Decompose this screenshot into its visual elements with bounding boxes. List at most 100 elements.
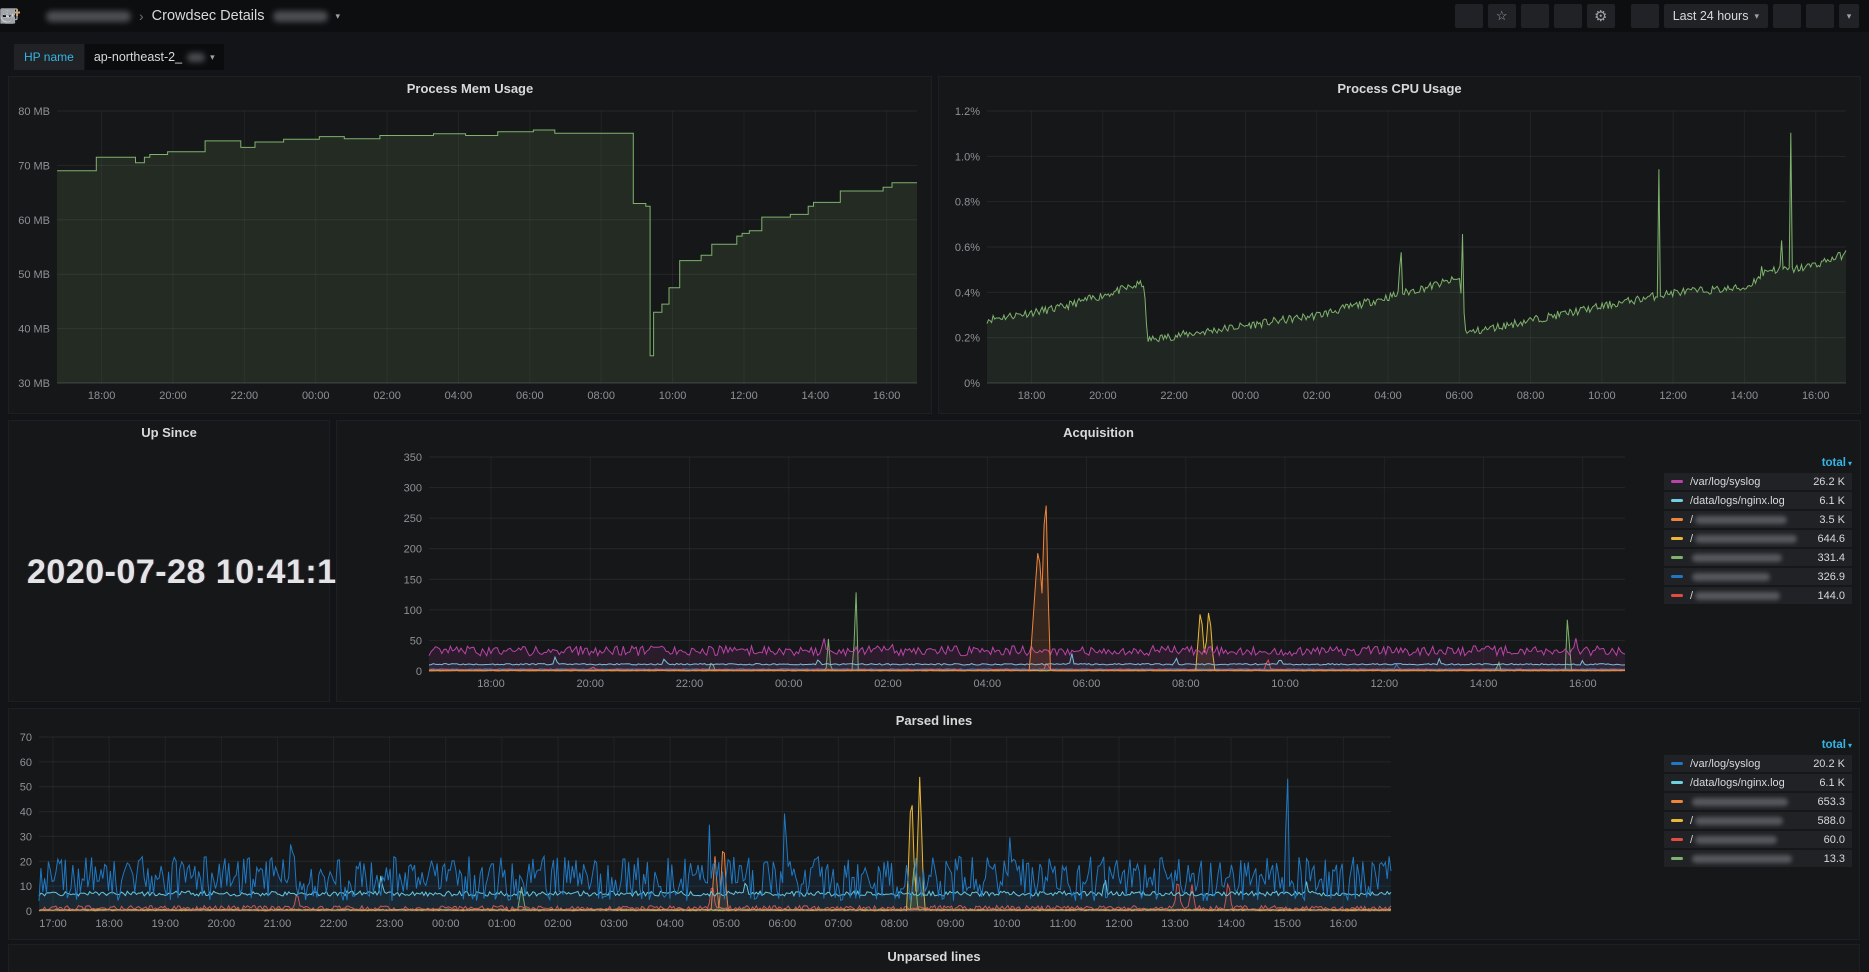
series-label[interactable]: /data/logs/nginx.log [1690, 495, 1785, 507]
svg-text:09:00: 09:00 [937, 918, 965, 930]
svg-text:1.2%: 1.2% [955, 106, 980, 118]
panel-title-unparsed[interactable]: Unparsed lines [9, 945, 1859, 969]
redacted-series-label [1695, 592, 1780, 600]
svg-text:10:00: 10:00 [1271, 678, 1299, 690]
star-dashboard-button[interactable]: ☆ [1488, 4, 1516, 28]
svg-text:100: 100 [404, 605, 422, 617]
parsed-legend: total▾ /var/log/syslog20.2 K /data/logs/… [1664, 737, 1852, 869]
legend-row[interactable]: /data/logs/nginx.log6.1 K [1664, 774, 1852, 791]
svg-text:20:00: 20:00 [577, 678, 605, 690]
svg-text:50: 50 [410, 635, 422, 647]
add-panel-button[interactable] [1455, 4, 1483, 28]
legend-row[interactable]: 13.3 [1664, 850, 1852, 867]
series-label[interactable]: / [1690, 533, 1693, 545]
series-label[interactable]: /var/log/syslog [1690, 476, 1760, 488]
sort-caret-icon: ▾ [1848, 459, 1852, 468]
dashboard-title-caret-icon[interactable]: ▾ [336, 11, 341, 22]
legend-row[interactable]: 653.3 [1664, 793, 1852, 810]
star-icon: ☆ [1496, 8, 1508, 24]
time-range-caret-icon: ▾ [1754, 11, 1759, 22]
variable-hp-name-dropdown[interactable]: HP name ap-northeast-2_ ▾ [14, 44, 224, 70]
legend-row[interactable]: / 3.5 K [1664, 511, 1852, 528]
series-total: 60.0 [1824, 834, 1845, 846]
svg-text:250: 250 [404, 513, 422, 525]
svg-text:00:00: 00:00 [1232, 390, 1260, 402]
legend-row[interactable]: /588.0 [1664, 812, 1852, 829]
cycle-view-mode-button[interactable] [1631, 4, 1659, 28]
svg-text:350: 350 [404, 452, 422, 464]
breadcrumb-folder-redacted[interactable] [46, 11, 131, 22]
svg-text:17:00: 17:00 [39, 918, 67, 930]
panel-title-acquisition[interactable]: Acquisition [337, 421, 1860, 445]
refresh-interval-dropdown[interactable]: ▾ [1839, 4, 1859, 28]
series-color-swatch [1671, 762, 1683, 765]
legend-row[interactable]: 326.9 [1664, 568, 1852, 585]
redacted-series-label [1695, 516, 1787, 524]
legend-row[interactable]: 331.4 [1664, 549, 1852, 566]
chevron-down-icon: ▾ [1847, 11, 1852, 22]
series-label[interactable]: /data/logs/nginx.log [1690, 777, 1785, 789]
legend-row[interactable]: /644.6 [1664, 530, 1852, 547]
svg-text:0.4%: 0.4% [955, 287, 980, 299]
series-label[interactable]: / [1690, 834, 1693, 846]
svg-text:10:00: 10:00 [1588, 390, 1616, 402]
legend-sort-total[interactable]: total▾ [1664, 455, 1852, 471]
panel-title-parsed[interactable]: Parsed lines [9, 709, 1859, 733]
series-color-swatch [1671, 594, 1683, 597]
svg-text:0.2%: 0.2% [955, 333, 980, 345]
panel-title-cpu[interactable]: Process CPU Usage [939, 77, 1860, 101]
legend-sort-total[interactable]: total▾ [1664, 737, 1852, 753]
time-range-picker[interactable]: Last 24 hours ▾ [1664, 4, 1768, 28]
svg-text:07:00: 07:00 [825, 918, 853, 930]
cpu-chart[interactable]: 18:0020:0022:0000:0002:0004:0006:0008:00… [939, 103, 1860, 413]
series-color-swatch [1671, 838, 1683, 841]
series-color-swatch [1671, 499, 1683, 502]
series-color-swatch [1671, 857, 1683, 860]
series-color-swatch [1671, 518, 1683, 521]
series-label[interactable]: / [1690, 815, 1693, 827]
refresh-button[interactable] [1806, 4, 1834, 28]
svg-text:20:00: 20:00 [1089, 390, 1117, 402]
svg-text:80 MB: 80 MB [18, 106, 50, 118]
svg-text:22:00: 22:00 [231, 390, 259, 402]
svg-text:16:00: 16:00 [1330, 918, 1358, 930]
panel-up-since: Up Since 2020-07-28 10:41:10 [8, 420, 330, 702]
series-label[interactable]: / [1690, 590, 1693, 602]
series-total: 144.0 [1817, 590, 1845, 602]
submenu-bar: HP name ap-northeast-2_ ▾ [14, 44, 224, 70]
parsed-lines-chart[interactable]: 17:0018:0019:0020:0021:0022:0023:0000:00… [9, 731, 1399, 939]
svg-text:0%: 0% [964, 378, 980, 390]
svg-text:01:00: 01:00 [488, 918, 516, 930]
time-range-label: Last 24 hours [1673, 9, 1749, 23]
acquisition-chart[interactable]: 18:0020:0022:0000:0002:0004:0006:0008:00… [337, 447, 1637, 701]
legend-row[interactable]: /var/log/syslog26.2 K [1664, 473, 1852, 490]
svg-text:60: 60 [20, 757, 32, 769]
panel-title-mem[interactable]: Process Mem Usage [9, 77, 931, 101]
svg-text:70 MB: 70 MB [18, 160, 50, 172]
svg-text:10:00: 10:00 [659, 390, 687, 402]
up-since-value: 2020-07-28 10:41:10 [27, 553, 356, 592]
save-dashboard-button[interactable] [1554, 4, 1582, 28]
series-label[interactable]: / [1690, 514, 1693, 526]
breadcrumb-dashboard-title[interactable]: Crowdsec Details [152, 8, 265, 24]
share-dashboard-button[interactable] [1521, 4, 1549, 28]
series-label[interactable]: /var/log/syslog [1690, 758, 1760, 770]
variable-value[interactable]: ap-northeast-2_ ▾ [84, 44, 224, 70]
legend-row[interactable]: / 60.0 [1664, 831, 1852, 848]
svg-text:08:00: 08:00 [881, 918, 909, 930]
svg-text:04:00: 04:00 [1374, 390, 1402, 402]
mem-chart[interactable]: 18:0020:0022:0000:0002:0004:0006:0008:00… [9, 103, 931, 413]
legend-row[interactable]: / 144.0 [1664, 587, 1852, 604]
panel-title-up-since[interactable]: Up Since [9, 421, 329, 445]
svg-text:200: 200 [404, 544, 422, 556]
series-total: 653.3 [1817, 796, 1845, 808]
svg-text:10:00: 10:00 [993, 918, 1021, 930]
gear-icon: ⚙ [1594, 7, 1607, 25]
dashboard-settings-button[interactable]: ⚙ [1587, 4, 1615, 28]
zoom-out-time-button[interactable] [1773, 4, 1801, 28]
legend-row[interactable]: /data/logs/nginx.log6.1 K [1664, 492, 1852, 509]
svg-text:13:00: 13:00 [1161, 918, 1189, 930]
svg-text:10: 10 [20, 881, 32, 893]
legend-row[interactable]: /var/log/syslog20.2 K [1664, 755, 1852, 772]
series-total: 3.5 K [1819, 514, 1845, 526]
